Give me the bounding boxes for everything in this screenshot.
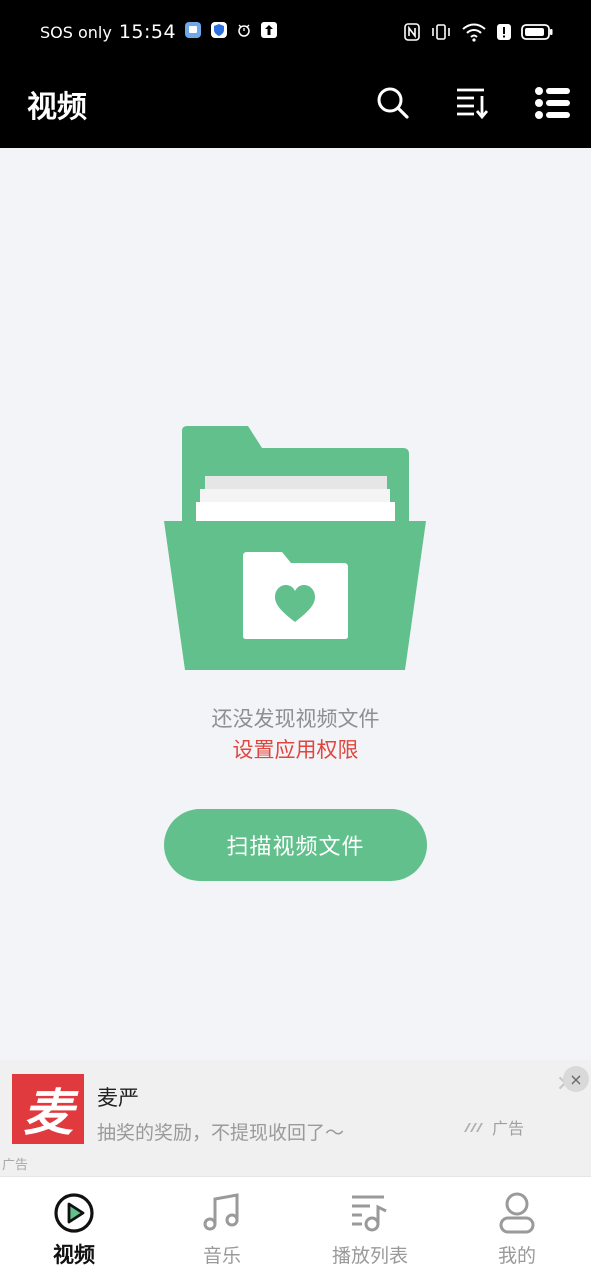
nav-label-profile: 我的 bbox=[497, 1245, 536, 1267]
ad-title[interactable]: 麦严 bbox=[97, 1082, 139, 1112]
playlist-icon bbox=[352, 1195, 387, 1232]
alert-icon bbox=[496, 22, 512, 46]
nav-tab-music[interactable]: 音乐 bbox=[148, 1177, 296, 1281]
clock: 15:54 bbox=[118, 21, 177, 43]
wifi-icon bbox=[461, 22, 487, 46]
ad-source: 广告 bbox=[462, 1115, 524, 1139]
upload-icon bbox=[260, 21, 278, 43]
carrier-label: SOS only bbox=[40, 22, 112, 42]
bottom-nav: 视频 音乐 播放列表 我的 bbox=[0, 1176, 591, 1281]
music-note-icon bbox=[203, 1193, 239, 1231]
scan-videos-button[interactable]: 扫描视频文件 bbox=[164, 809, 427, 881]
vibrate-icon bbox=[430, 22, 452, 46]
video-play-icon bbox=[54, 1193, 94, 1233]
ad-network-icon bbox=[464, 1123, 483, 1132]
ad-description[interactable]: 抽奖的奖励，不提现收回了～ bbox=[97, 1118, 344, 1145]
app-header: 视频 bbox=[0, 66, 591, 148]
nav-tab-profile[interactable]: 我的 bbox=[443, 1177, 591, 1281]
empty-message: 还没发现视频文件 bbox=[211, 707, 380, 731]
nav-label-video: 视频 bbox=[53, 1243, 95, 1267]
ad-corner-label: 广告 bbox=[2, 1158, 29, 1173]
menu-list-icon bbox=[535, 87, 570, 119]
ad-source-label: 广告 bbox=[492, 1119, 525, 1138]
alarm-icon bbox=[236, 22, 252, 42]
battery-icon bbox=[521, 23, 553, 45]
sort-icon bbox=[457, 88, 489, 120]
nfc-icon bbox=[403, 22, 421, 46]
empty-folder-illustration bbox=[164, 426, 426, 670]
ad-logo[interactable]: 麦 bbox=[12, 1074, 84, 1144]
search-icon bbox=[377, 87, 409, 119]
sort-button[interactable] bbox=[450, 81, 494, 125]
set-permission-link[interactable]: 设置应用权限 bbox=[0, 734, 591, 764]
status-bar: SOS only 15:54 bbox=[0, 0, 591, 66]
page-title: 视频 bbox=[27, 90, 87, 125]
profile-icon bbox=[499, 1192, 535, 1234]
search-button[interactable] bbox=[371, 81, 415, 125]
app-notification-icon bbox=[184, 21, 202, 43]
shield-icon bbox=[210, 21, 228, 43]
nav-tab-playlist[interactable]: 播放列表 bbox=[296, 1177, 444, 1281]
nav-tab-video[interactable]: 视频 bbox=[0, 1177, 148, 1281]
ad-close-button[interactable]: × bbox=[563, 1066, 589, 1092]
empty-state: 还没发现视频文件 设置应用权限 扫描视频文件 bbox=[0, 148, 591, 1060]
nav-label-music: 音乐 bbox=[202, 1245, 241, 1267]
ad-banner[interactable]: 麦 麦严 抽奖的奖励，不提现收回了～ 广告 广告 ✕ × bbox=[0, 1060, 591, 1176]
nav-label-playlist: 播放列表 bbox=[331, 1245, 408, 1267]
menu-list-button[interactable] bbox=[530, 81, 574, 125]
